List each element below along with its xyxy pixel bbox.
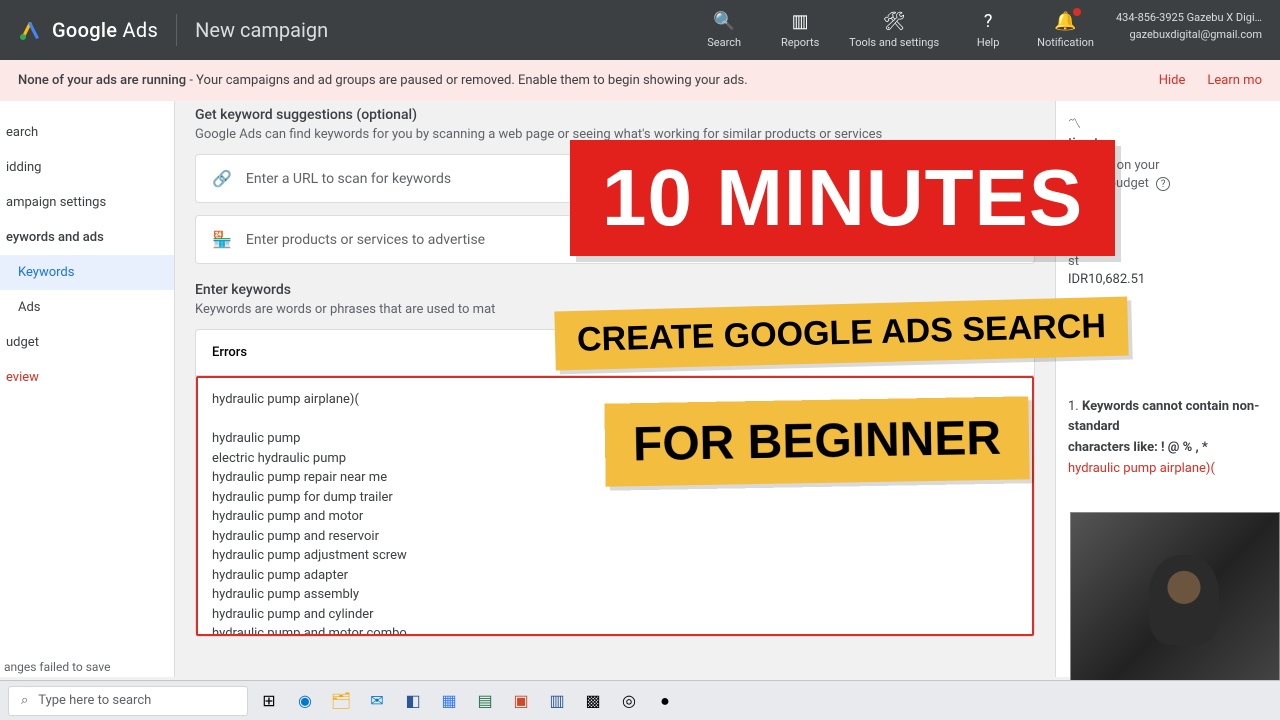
brand-text: Google Ads bbox=[52, 18, 158, 42]
sidebar: earchiddingampaign settingseywords and a… bbox=[0, 101, 175, 677]
alert-bold: None of your ads are running bbox=[18, 73, 186, 88]
sidebar-item[interactable]: Keywords bbox=[0, 255, 174, 290]
account-id: 434-856-3925 Gazebu X Digi… bbox=[1116, 10, 1262, 27]
file-explorer-icon[interactable]: 🗂 bbox=[326, 686, 356, 716]
notifications-icon: 🔔 bbox=[1054, 10, 1076, 32]
taskbar-search[interactable]: ⌕ Type here to search bbox=[8, 686, 248, 716]
overlay-sub2: FOR BEGINNER bbox=[604, 396, 1029, 486]
help-circle-icon[interactable]: ? bbox=[1156, 177, 1170, 191]
reports-icon: ▥ bbox=[792, 10, 809, 32]
alert-bar: None of your ads are running - Your camp… bbox=[0, 60, 1280, 101]
sidebar-item[interactable]: eywords and ads bbox=[0, 220, 174, 255]
url-placeholder: Enter a URL to scan for keywords bbox=[246, 171, 451, 187]
google-ads-icon bbox=[18, 18, 42, 42]
webcam-overlay bbox=[1070, 512, 1280, 682]
sidebar-item[interactable]: udget bbox=[0, 325, 174, 360]
overlay-headline: 10 MINUTES bbox=[570, 140, 1115, 256]
error-detail: 1. Keywords cannot contain non-standard … bbox=[1068, 397, 1268, 480]
sidebar-item[interactable]: earch bbox=[0, 115, 174, 150]
search-icon: 🔍 bbox=[713, 10, 735, 32]
mail-icon[interactable]: ✉ bbox=[362, 686, 392, 716]
cost-label: st bbox=[1068, 253, 1268, 271]
storefront-icon: 🏪 bbox=[212, 230, 232, 249]
tools-button[interactable]: 🛠Tools and settings bbox=[849, 10, 939, 49]
obs-icon[interactable]: ● bbox=[650, 686, 680, 716]
top-icon-group: 🔍Search ▥Reports 🛠Tools and settings ?He… bbox=[697, 10, 1262, 49]
alert-hide-button[interactable]: Hide bbox=[1159, 73, 1186, 88]
search-icon: ⌕ bbox=[21, 693, 28, 708]
taskbar: ⌕ Type here to search ⊞ ◉ 🗂 ✉ ◧ ▦ ▤ ▣ ▥ … bbox=[0, 680, 1280, 720]
sidebar-item[interactable]: Ads bbox=[0, 290, 174, 325]
top-bar: Google Ads New campaign 🔍Search ▥Reports… bbox=[0, 0, 1280, 60]
chrome-icon[interactable]: ◎ bbox=[614, 686, 644, 716]
help-button[interactable]: ?Help bbox=[961, 10, 1015, 49]
save-status: anges failed to save bbox=[4, 660, 110, 674]
error-keyword: hydraulic pump airplane)( bbox=[1068, 461, 1215, 476]
sidebar-item[interactable]: idding bbox=[0, 150, 174, 185]
app-icon-2[interactable]: ▦ bbox=[434, 686, 464, 716]
alert-text: - Your campaigns and ad groups are pause… bbox=[186, 73, 748, 88]
account-email: gazebuxdigital@gmail.com bbox=[1116, 27, 1262, 44]
sidebar-item[interactable]: eview bbox=[0, 360, 174, 395]
excel-icon[interactable]: ▤ bbox=[470, 686, 500, 716]
product-placeholder: Enter products or services to advertise bbox=[246, 232, 485, 248]
word-icon[interactable]: ▥ bbox=[542, 686, 572, 716]
app-icon[interactable]: ◧ bbox=[398, 686, 428, 716]
sidebar-item[interactable]: ampaign settings bbox=[0, 185, 174, 220]
tools-icon: 🛠 bbox=[883, 10, 906, 32]
reports-button[interactable]: ▥Reports bbox=[773, 10, 827, 49]
cost-value: IDR10,682.51 bbox=[1068, 272, 1268, 287]
notifications-button[interactable]: 🔔Notification bbox=[1037, 10, 1094, 49]
account-info[interactable]: 434-856-3925 Gazebu X Digi… gazebuxdigit… bbox=[1116, 10, 1262, 43]
taskbar-search-placeholder: Type here to search bbox=[38, 693, 151, 708]
chart-icon: 〽 bbox=[1068, 113, 1268, 132]
edge-icon[interactable]: ◉ bbox=[290, 686, 320, 716]
powerpoint-icon[interactable]: ▣ bbox=[506, 686, 536, 716]
alert-learn-button[interactable]: Learn mo bbox=[1207, 73, 1262, 88]
divider bbox=[176, 14, 177, 46]
task-view-icon[interactable]: ⊞ bbox=[254, 686, 284, 716]
help-icon: ? bbox=[984, 10, 993, 32]
page-title: New campaign bbox=[195, 18, 328, 42]
link-icon: 🔗 bbox=[212, 169, 232, 188]
logo[interactable]: Google Ads bbox=[18, 18, 158, 42]
enter-keywords-title: Enter keywords bbox=[195, 282, 1035, 298]
app-icon-3[interactable]: ▩ bbox=[578, 686, 608, 716]
search-button[interactable]: 🔍Search bbox=[697, 10, 751, 49]
suggestion-title: Get keyword suggestions (optional) bbox=[195, 107, 1035, 123]
errors-label: Errors bbox=[212, 345, 247, 360]
